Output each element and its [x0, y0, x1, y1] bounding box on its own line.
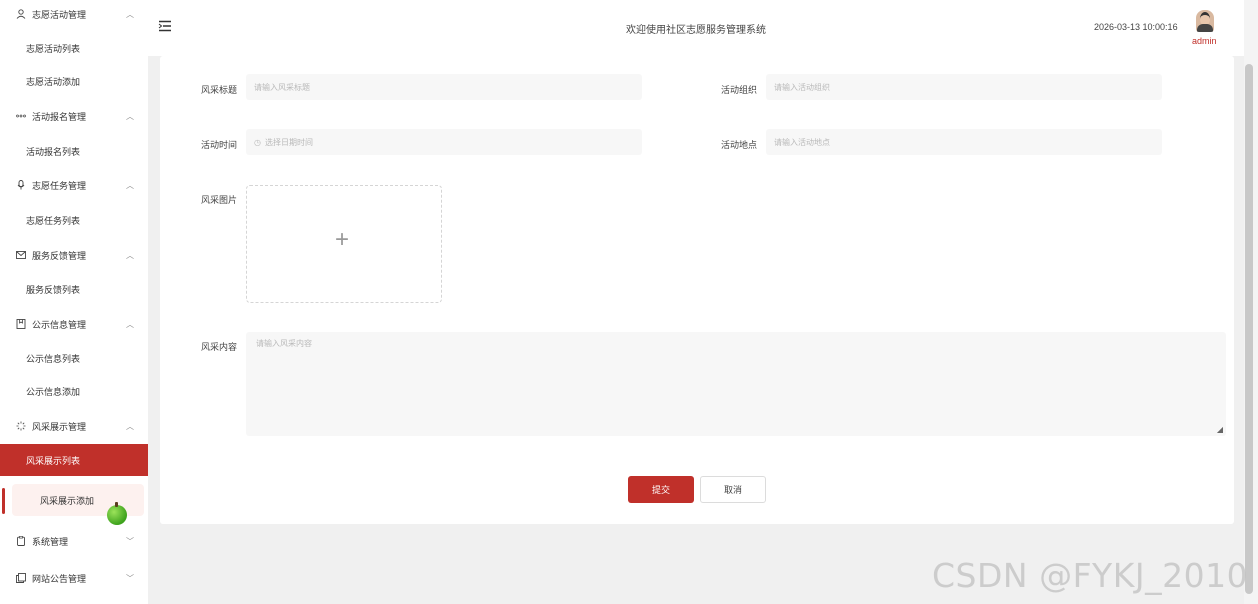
- notebook-icon: [16, 319, 26, 329]
- title-input[interactable]: [246, 74, 642, 100]
- menu-item-service-feedback-list[interactable]: 服务反馈列表: [0, 275, 148, 303]
- menu-item-label: 风采展示添加: [40, 495, 95, 506]
- menu-group-volunteer-activity[interactable]: 志愿活动管理 ︿: [0, 2, 148, 26]
- active-indicator: [2, 488, 5, 514]
- clipboard-icon: [16, 536, 26, 546]
- image-upload-area[interactable]: +: [246, 185, 442, 303]
- watermark: CSDN @FYKJ_2010: [932, 556, 1249, 595]
- menu-group-label: 活动报名管理: [32, 111, 87, 122]
- org-input[interactable]: [766, 74, 1162, 100]
- chevron-up-icon: ︿: [126, 180, 134, 190]
- chevron-up-icon: ︿: [126, 421, 134, 431]
- welcome-title: 欢迎使用社区志愿服务管理系统: [626, 25, 766, 36]
- content-placeholder: 请输入风采内容: [256, 339, 312, 348]
- content-textarea[interactable]: 请输入风采内容 ◢: [246, 332, 1226, 436]
- menu-item-label: 公示信息添加: [26, 386, 81, 397]
- datetime-placeholder: 选择日期时间: [264, 137, 313, 147]
- place-input[interactable]: [766, 129, 1162, 155]
- image-label: 风采图片: [201, 195, 238, 205]
- loading-icon: [16, 421, 26, 431]
- chevron-up-icon: ︿: [126, 250, 134, 260]
- content-label: 风采内容: [201, 342, 238, 352]
- current-datetime: 2026-03-13 10:00:16: [1094, 22, 1178, 32]
- user-icon: [16, 9, 26, 19]
- page-scrollbar-thumb[interactable]: [1245, 64, 1253, 594]
- cancel-button[interactable]: 取消: [700, 476, 766, 503]
- resize-handle-icon[interactable]: ◢: [1217, 425, 1223, 434]
- microphone-icon: [16, 180, 26, 190]
- menu-group-public-info[interactable]: 公示信息管理 ︿: [0, 312, 148, 336]
- chevron-down-icon: ﹀: [126, 536, 134, 546]
- menu-group-activity-signup[interactable]: 活动报名管理 ︿: [0, 104, 148, 128]
- chevron-up-icon: ︿: [126, 111, 134, 121]
- menu-group-volunteer-task[interactable]: 志愿任务管理 ︿: [0, 173, 148, 197]
- copy-document-icon: [16, 573, 26, 583]
- plus-icon: +: [335, 226, 350, 253]
- menu-item-public-info-add[interactable]: 公示信息添加: [0, 377, 148, 405]
- avatar[interactable]: [1196, 10, 1214, 32]
- menu-group-label: 网站公告管理: [32, 573, 87, 584]
- apple-cursor-icon: [107, 502, 127, 525]
- showcase-form-card: 风采标题 活动组织 活动时间 ◷ 选择日期时间 活动地点 风采图片 + 风采内容…: [160, 56, 1234, 524]
- menu-item-label: 志愿任务列表: [26, 215, 81, 226]
- menu-item-label: 志愿活动列表: [26, 43, 81, 54]
- chevron-up-icon: ︿: [126, 319, 134, 329]
- menu-group-label: 风采展示管理: [32, 421, 87, 432]
- menu-item-volunteer-activity-list[interactable]: 志愿活动列表: [0, 34, 148, 62]
- menu-group-label: 志愿任务管理: [32, 180, 87, 191]
- menu-group-site-notice[interactable]: 网站公告管理 ﹀: [0, 566, 148, 590]
- sidebar: 志愿活动管理 ︿ 志愿活动列表 志愿活动添加 活动报名管理 ︿ 活动报名列表 志…: [0, 0, 148, 604]
- menu-group-label: 公示信息管理: [32, 319, 87, 330]
- menu-group-showcase[interactable]: 风采展示管理 ︿: [0, 414, 148, 438]
- menu-group-system[interactable]: 系统管理 ﹀: [0, 529, 148, 553]
- clock-icon: ◷: [254, 137, 261, 147]
- submit-button[interactable]: 提交: [628, 476, 694, 503]
- menu-item-volunteer-task-list[interactable]: 志愿任务列表: [0, 206, 148, 234]
- chevron-down-icon: ﹀: [126, 573, 134, 583]
- menu-item-public-info-list[interactable]: 公示信息列表: [0, 344, 148, 372]
- title-label: 风采标题: [201, 85, 238, 95]
- more-dots-icon: [16, 111, 26, 121]
- menu-item-showcase-list[interactable]: 风采展示列表: [0, 444, 148, 476]
- menu-item-volunteer-activity-add[interactable]: 志愿活动添加: [0, 67, 148, 95]
- time-label: 活动时间: [201, 140, 238, 150]
- mail-icon: [16, 250, 26, 260]
- place-label: 活动地点: [721, 140, 758, 150]
- menu-group-label: 系统管理: [32, 536, 69, 547]
- username[interactable]: admin: [1192, 36, 1217, 46]
- menu-item-label: 志愿活动添加: [26, 76, 81, 87]
- menu-group-label: 服务反馈管理: [32, 250, 87, 261]
- menu-group-service-feedback[interactable]: 服务反馈管理 ︿: [0, 243, 148, 267]
- top-header: 欢迎使用社区志愿服务管理系统 2026-03-13 10:00:16 admin: [148, 0, 1244, 56]
- menu-item-label: 公示信息列表: [26, 353, 81, 364]
- datetime-picker[interactable]: ◷ 选择日期时间: [246, 129, 642, 155]
- org-label: 活动组织: [721, 85, 758, 95]
- menu-item-label: 风采展示列表: [26, 455, 81, 466]
- menu-item-label: 服务反馈列表: [26, 284, 81, 295]
- menu-group-label: 志愿活动管理: [32, 9, 87, 20]
- chevron-up-icon: ︿: [126, 9, 134, 19]
- menu-item-activity-signup-list[interactable]: 活动报名列表: [0, 137, 148, 165]
- menu-item-label: 活动报名列表: [26, 146, 81, 157]
